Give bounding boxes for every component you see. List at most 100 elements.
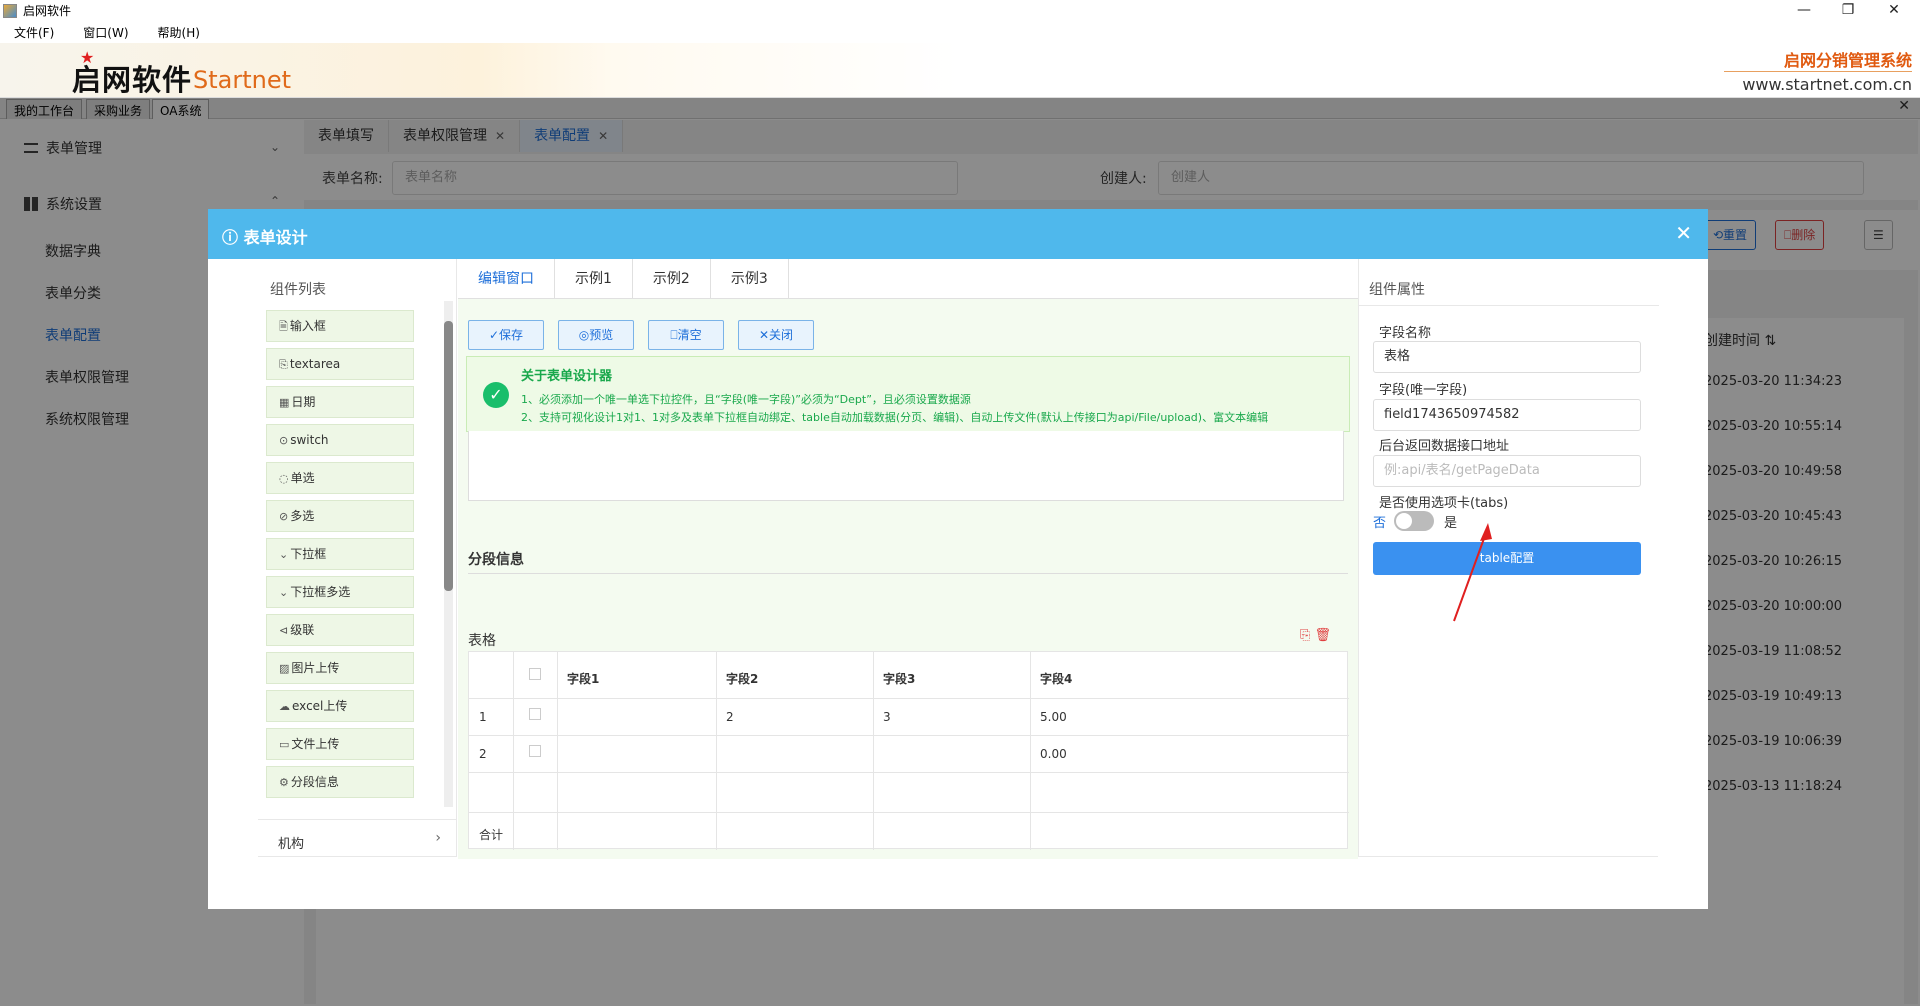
- use-tabs-switch[interactable]: [1394, 511, 1435, 531]
- chevron-down-icon: ⌄: [279, 548, 289, 561]
- component-label: 下拉框: [290, 547, 327, 561]
- component-label: 输入框: [289, 319, 326, 333]
- section-title: 分段信息: [468, 552, 524, 568]
- chevron-down-icon: ⌄: [279, 586, 289, 599]
- editor-panel: 编辑窗口 示例1 示例2 示例3 ✓保存 ◎预览 ⎕清空 ✕关闭 ✓ 关于表单设…: [458, 259, 1358, 859]
- use-tabs-label: 是否使用选项卡(tabs): [1379, 496, 1509, 511]
- component-radio[interactable]: ◌ 单选: [266, 462, 414, 494]
- component-file-upload[interactable]: ▭ 文件上传: [266, 728, 414, 760]
- app-banner: ★ 启网软件 Startnet 启网分销管理系统 www.startnet.co…: [0, 43, 1920, 98]
- success-check-icon: ✓: [483, 382, 509, 408]
- design-table: 字段1 字段2 字段3 字段4 1 2 3 5.00 2 0.00 合计: [468, 651, 1349, 850]
- api-url-label: 后台返回数据接口地址: [1379, 439, 1510, 454]
- save-button[interactable]: ✓保存: [468, 320, 544, 350]
- component-input[interactable]: 🗎 输入框: [266, 310, 414, 342]
- minimize-button[interactable]: —: [1784, 0, 1824, 21]
- scrollbar-thumb[interactable]: [444, 321, 453, 591]
- switch-icon: ⊙: [279, 434, 289, 447]
- textarea-icon: ⎘: [279, 358, 288, 371]
- modal-title: ⓘ 表单设计: [222, 228, 308, 247]
- field-name-input[interactable]: 表格: [1373, 341, 1641, 373]
- row-divider: [469, 698, 1349, 699]
- total-label: 合计: [479, 828, 504, 842]
- component-label: 下拉框多选: [290, 585, 351, 599]
- org-row[interactable]: 机构 ›: [258, 819, 457, 859]
- org-label: 机构: [278, 837, 305, 852]
- row-divider: [469, 772, 1349, 773]
- form-canvas-box[interactable]: [468, 431, 1344, 501]
- section-divider: [468, 573, 1348, 574]
- component-select[interactable]: ⌄ 下拉框: [266, 538, 414, 570]
- table-cell[interactable]: 2: [726, 710, 734, 724]
- table-title: 表格: [468, 633, 496, 649]
- folder-icon: ▭: [279, 738, 290, 751]
- component-textarea[interactable]: ⎘ textarea: [266, 348, 414, 380]
- check-circle-icon: ⊘: [279, 510, 289, 523]
- col-divider: [716, 652, 717, 850]
- component-switch[interactable]: ⊙ switch: [266, 424, 414, 456]
- table-cell[interactable]: 0.00: [1040, 747, 1067, 761]
- window-close-button[interactable]: ✕: [1874, 0, 1914, 21]
- brand-url: www.startnet.com.cn: [1742, 75, 1912, 94]
- clear-button[interactable]: ⎕清空: [648, 320, 724, 350]
- modal-title-text: 表单设计: [243, 228, 308, 247]
- copy-icon[interactable]: ⎘: [1300, 628, 1310, 643]
- settings-icon: ⚙: [279, 776, 289, 789]
- property-panel: 组件属性 字段名称 表格 字段(唯一字段) field1743650974582…: [1358, 259, 1659, 857]
- component-excel-upload[interactable]: ☁ excel上传: [266, 690, 414, 722]
- api-url-input[interactable]: 例:api/表名/getPageData: [1373, 455, 1641, 487]
- table-config-button[interactable]: table配置: [1373, 542, 1641, 575]
- calendar-icon: ▦: [279, 396, 290, 409]
- trash-icon[interactable]: 🗑: [1315, 628, 1332, 643]
- row-divider: [469, 812, 1349, 813]
- preview-button[interactable]: ◎预览: [558, 320, 634, 350]
- tab-edit-window[interactable]: 编辑窗口: [458, 259, 555, 299]
- arrow-head: [1480, 523, 1492, 541]
- select-all-checkbox[interactable]: [529, 668, 541, 680]
- brand-block: 启网分销管理系统 www.startnet.com.cn: [1723, 47, 1912, 94]
- component-date[interactable]: ▦ 日期: [266, 386, 414, 418]
- field-key-label: 字段(唯一字段): [1379, 383, 1468, 398]
- table-cell[interactable]: 3: [883, 710, 891, 724]
- header-field-2: 字段2: [726, 672, 759, 686]
- component-cascader[interactable]: ⊲ 级联: [266, 614, 414, 646]
- divider: [1359, 305, 1659, 306]
- window-titlebar: 启网软件 — ❐ ✕: [0, 0, 1920, 21]
- chevron-right-icon[interactable]: ›: [435, 830, 441, 846]
- tab-example-1[interactable]: 示例1: [555, 259, 633, 299]
- modal-header: ⓘ 表单设计 ✕: [208, 209, 1708, 259]
- arrow-line: [1453, 532, 1487, 622]
- component-label: textarea: [289, 357, 341, 371]
- component-image-upload[interactable]: ▨ 图片上传: [266, 652, 414, 684]
- field-key-input[interactable]: field1743650974582: [1373, 399, 1641, 431]
- component-list-title: 组件列表: [270, 282, 326, 298]
- maximize-button[interactable]: ❐: [1828, 0, 1868, 21]
- table-actions: ⎘ 🗑: [1300, 628, 1331, 643]
- component-scrollbar[interactable]: [444, 301, 453, 807]
- component-label: 文件上传: [291, 737, 340, 751]
- row-number: 2: [479, 747, 487, 761]
- image-icon: ▨: [279, 662, 290, 675]
- tab-example-3[interactable]: 示例3: [711, 259, 789, 299]
- menu-file[interactable]: 文件(F): [14, 24, 54, 41]
- close-button[interactable]: ✕关闭: [738, 320, 814, 350]
- row-checkbox[interactable]: [529, 708, 541, 720]
- form-design-modal: ⓘ 表单设计 ✕ 组件列表 🗎 输入框 ⎘ textarea ▦ 日期 ⊙ switch…: [208, 209, 1708, 909]
- modal-close-icon[interactable]: ✕: [1675, 221, 1692, 245]
- col-divider: [513, 652, 514, 850]
- component-multi-select[interactable]: ⌄ 下拉框多选: [266, 576, 414, 608]
- table-cell[interactable]: 5.00: [1040, 710, 1067, 724]
- component-section[interactable]: ⚙ 分段信息: [266, 766, 414, 798]
- component-label: switch: [290, 433, 329, 447]
- component-label: 单选: [290, 471, 315, 485]
- header-field-3: 字段3: [883, 672, 916, 686]
- props-title: 组件属性: [1369, 282, 1425, 298]
- component-checkbox[interactable]: ⊘ 多选: [266, 500, 414, 532]
- menu-window[interactable]: 窗口(W): [83, 24, 128, 41]
- designer-notice: ✓ 关于表单设计器 1、必须添加一个唯一单选下拉控件，且“字段(唯一字段)”必须…: [466, 356, 1350, 432]
- tab-example-2[interactable]: 示例2: [633, 259, 711, 299]
- window-title: 启网软件: [23, 4, 72, 18]
- header-field-1: 字段1: [567, 672, 600, 686]
- menu-help[interactable]: 帮助(H): [158, 24, 200, 41]
- row-checkbox[interactable]: [529, 745, 541, 757]
